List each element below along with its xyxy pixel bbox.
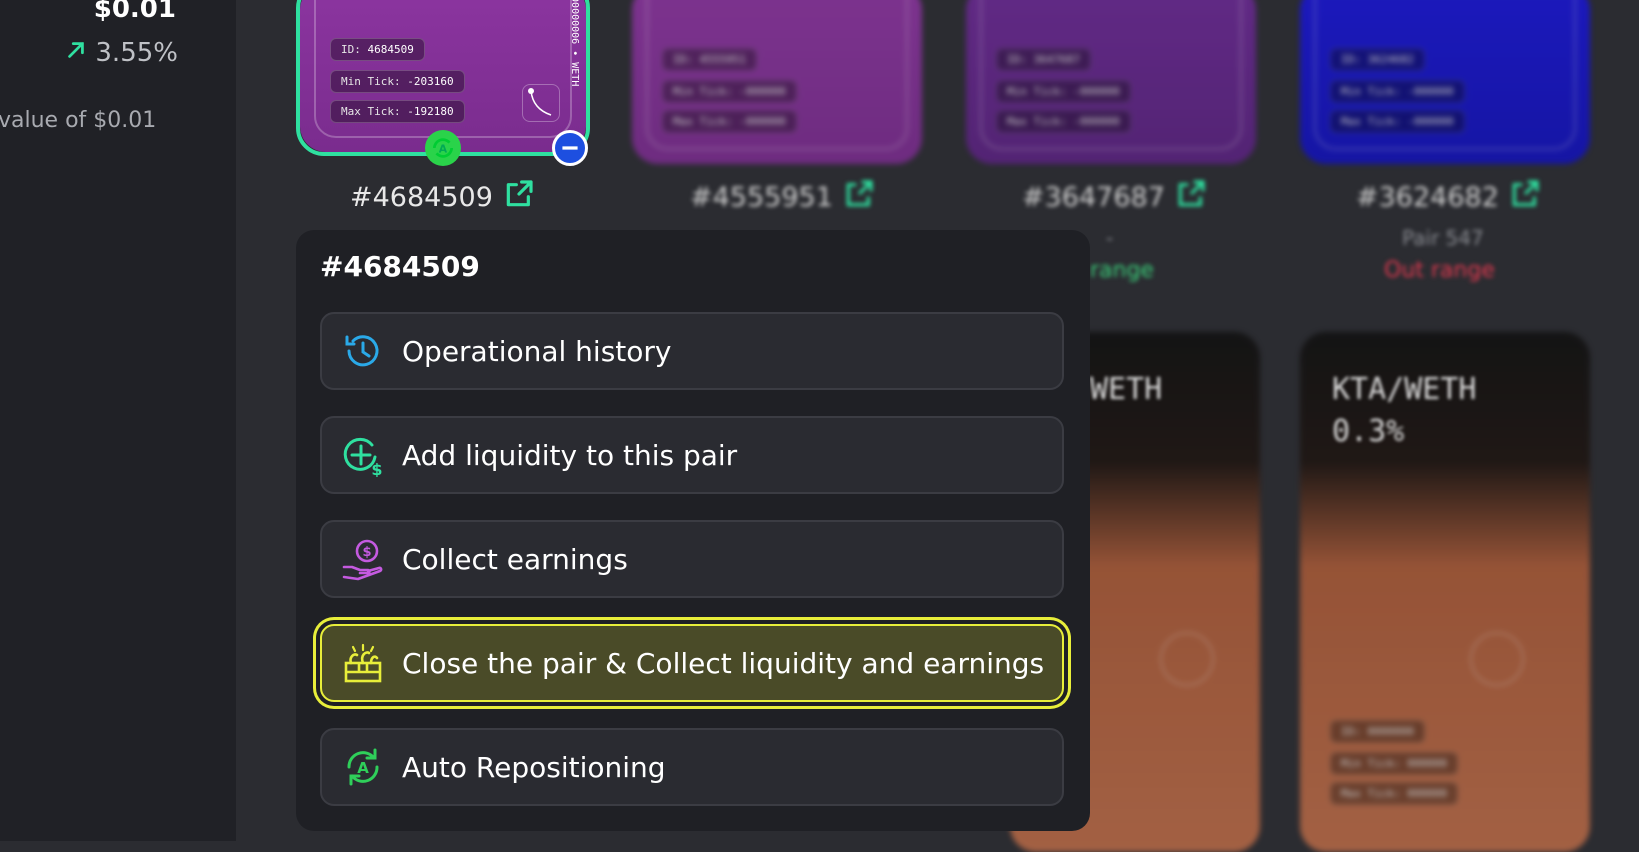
external-link-icon xyxy=(1175,178,1207,217)
auto-repositioning-button[interactable]: A Auto Repositioning xyxy=(320,728,1064,806)
card-tag-id: ID: 4684509 xyxy=(330,38,425,61)
card-tag: ID: 3624682 xyxy=(1330,48,1425,71)
range-curve-icon xyxy=(522,84,560,122)
external-link-icon xyxy=(1509,178,1541,217)
card-tag: Max Tick: -000000 xyxy=(996,110,1131,133)
card-fee: 0.3% xyxy=(1332,414,1405,449)
card-id-text: #4555951 xyxy=(690,182,833,213)
history-icon xyxy=(340,328,386,374)
card-id-text: #3624682 xyxy=(1356,182,1499,213)
menu-item-label: Collect earnings xyxy=(402,542,628,576)
menu-item-label: Close the pair & Collect liquidity and e… xyxy=(402,646,1045,680)
card-id-link[interactable]: #4555951 xyxy=(690,178,875,217)
sidebar: $0.01 3.55% value of $0.01 xyxy=(0,0,236,841)
card-id-text: #4684509 xyxy=(350,182,493,213)
remove-badge[interactable] xyxy=(552,130,588,166)
svg-text:A: A xyxy=(357,759,369,777)
card-circle-decoration xyxy=(1160,632,1214,686)
card-circle-decoration xyxy=(1470,632,1524,686)
card-pair: - xyxy=(1106,226,1114,250)
card-tag: Max Tick: -000000 xyxy=(1330,110,1465,133)
card-tag: Min Tick: -000000 xyxy=(1330,80,1465,103)
position-card[interactable]: ID: 4555951 Min Tick: -000000 Max Tick: … xyxy=(632,0,922,164)
card-status: Out range xyxy=(1384,258,1495,283)
operational-history-button[interactable]: Operational history xyxy=(320,312,1064,390)
menu-title: #4684509 xyxy=(320,250,480,283)
card-pair: Pair 547 xyxy=(1402,226,1484,250)
card-tag-max-tick: Max Tick: -192180 xyxy=(330,100,465,123)
position-action-menu: #4684509 Operational history $ Add liqui… xyxy=(296,230,1090,831)
value-note: value of $0.01 xyxy=(0,108,157,133)
card-tag: ID: 3647687 xyxy=(996,48,1091,71)
collect-earnings-icon: $ xyxy=(340,536,386,582)
card-id-text: #3647687 xyxy=(1022,182,1165,213)
card-id-link[interactable]: #3647687 xyxy=(1022,178,1207,217)
menu-item-label: Auto Repositioning xyxy=(402,750,666,784)
card-tag: ID: 4555951 xyxy=(662,48,757,71)
token-price: $0.01 xyxy=(93,0,176,24)
auto-reposition-icon: A xyxy=(340,744,386,790)
price-change-value: 3.55% xyxy=(95,38,178,68)
add-liquidity-button[interactable]: $ Add liquidity to this pair xyxy=(320,416,1064,494)
menu-item-label: Add liquidity to this pair xyxy=(402,438,738,472)
price-change: 3.55% xyxy=(65,38,178,68)
card-pair-title: KTA/WETH xyxy=(1332,372,1477,407)
card-tag: Max Tick: -000000 xyxy=(662,110,797,133)
close-pair-button[interactable]: Close the pair & Collect liquidity and e… xyxy=(320,624,1064,702)
card-tag: Max Tick: 000000 xyxy=(1330,782,1458,805)
card-tag-min-tick: Min Tick: -203160 xyxy=(330,70,465,93)
card-pair-title: WETH xyxy=(1090,372,1163,407)
svg-text:A: A xyxy=(439,142,448,155)
card-tag: Min Tick: 000000 xyxy=(1330,752,1458,775)
position-card[interactable]: ID: 3624682 Min Tick: -000000 Max Tick: … xyxy=(1300,0,1590,164)
auto-reposition-badge[interactable]: A xyxy=(425,130,461,166)
card-status: range xyxy=(1090,258,1154,283)
arrow-up-right-icon xyxy=(65,38,87,68)
close-pair-icon xyxy=(340,640,386,686)
position-card[interactable]: ID: 0000000 Min Tick: 000000 Max Tick: 0… xyxy=(1300,332,1590,852)
svg-text:$: $ xyxy=(362,545,371,560)
collect-earnings-button[interactable]: $ Collect earnings xyxy=(320,520,1064,598)
card-tag: ID: 0000000 xyxy=(1330,720,1425,743)
card-id-link[interactable]: #4684509 xyxy=(350,178,535,217)
card-tag: Min Tick: -000000 xyxy=(662,80,797,103)
svg-text:$: $ xyxy=(371,460,382,477)
position-card[interactable]: ID: 3647687 Min Tick: -000000 Max Tick: … xyxy=(966,0,1256,164)
card-tag: Min Tick: -000000 xyxy=(996,80,1131,103)
menu-item-label: Operational history xyxy=(402,334,672,368)
card-id-link[interactable]: #3624682 xyxy=(1356,178,1541,217)
add-liquidity-icon: $ xyxy=(340,432,386,478)
external-link-icon xyxy=(503,178,535,217)
external-link-icon xyxy=(843,178,875,217)
card-vertical-label: 0000000006 • WETH xyxy=(569,0,580,87)
